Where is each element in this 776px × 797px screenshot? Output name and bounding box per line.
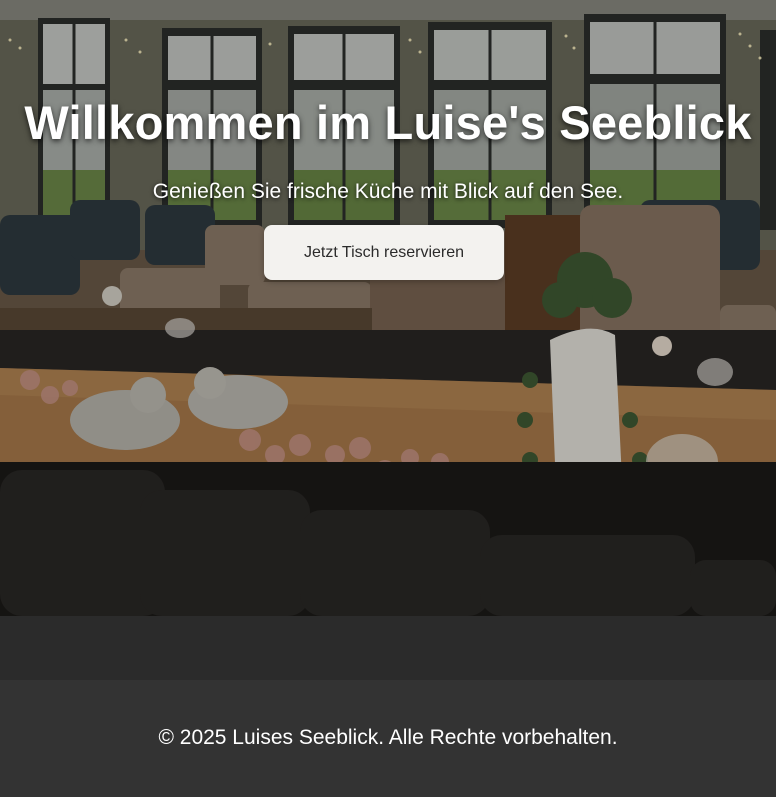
page: Willkommen im Luise's Seeblick Genießen … — [0, 0, 776, 797]
hero-title: Willkommen im Luise's Seeblick — [24, 96, 752, 149]
section-spacer — [0, 616, 776, 680]
footer-copyright: © 2025 Luises Seeblick. Alle Rechte vorb… — [158, 726, 618, 749]
reserve-table-button[interactable]: Jetzt Tisch reservieren — [264, 225, 504, 280]
hero-section: Willkommen im Luise's Seeblick Genießen … — [0, 0, 776, 616]
hero-subtitle: Genießen Sie frische Küche mit Blick auf… — [152, 180, 624, 203]
footer: © 2025 Luises Seeblick. Alle Rechte vorb… — [0, 680, 776, 797]
